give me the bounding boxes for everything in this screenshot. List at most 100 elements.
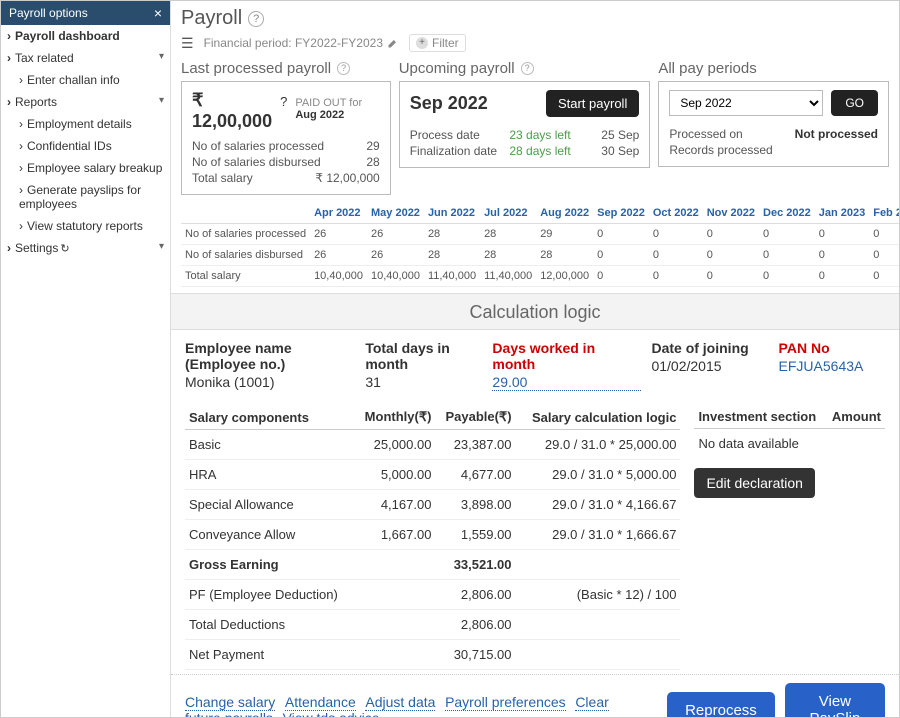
footer-link[interactable]: View tds advice xyxy=(283,710,380,717)
no-data-label: No data available xyxy=(694,429,885,459)
stat-row: No of salaries processed29 xyxy=(192,138,380,154)
footer-link[interactable]: Attendance xyxy=(285,694,356,711)
month-header[interactable]: Feb 2023 xyxy=(869,203,899,224)
app-root: Payroll options × Payroll dashboardTax r… xyxy=(0,0,900,718)
chevron-down-icon: ▾ xyxy=(159,51,164,62)
sidebar-item[interactable]: Tax related▾ xyxy=(1,47,170,69)
footer-link[interactable]: Adjust data xyxy=(365,694,435,711)
chevron-down-icon: ▾ xyxy=(159,241,164,252)
summary-cards: Last processed payroll ? ₹ 12,00,000 ? P… xyxy=(171,60,899,203)
stat-row: Total salary₹ 12,00,000 xyxy=(192,170,380,186)
all-periods-card: All pay periods Sep 2022 GO Processed on… xyxy=(658,60,889,195)
period-row: Records processed xyxy=(669,142,878,158)
month-header[interactable]: May 2022 xyxy=(367,203,424,224)
days-worked-link[interactable]: 29.00 xyxy=(492,372,641,391)
total-days-val: 31 xyxy=(365,372,482,390)
sidebar-item[interactable]: Settings↻▾ xyxy=(1,237,170,259)
doj-val: 01/02/2015 xyxy=(651,356,768,374)
sidebar-item[interactable]: Generate payslips for employees xyxy=(1,179,170,215)
view-payslip-button[interactable]: View PaySlip xyxy=(785,683,885,717)
days-worked-head: Days worked in month xyxy=(492,340,641,372)
salary-row: Special Allowance4,167.003,898.0029.0 / … xyxy=(185,490,680,520)
edit-icon[interactable] xyxy=(387,37,399,49)
footer-link[interactable]: Payroll preferences xyxy=(445,694,566,711)
emp-name-val: Monika (1001) xyxy=(185,372,355,390)
sidebar: Payroll options × Payroll dashboardTax r… xyxy=(1,1,171,717)
month-header[interactable]: Jan 2023 xyxy=(815,203,869,224)
salary-row: Basic25,000.0023,387.0029.0 / 31.0 * 25,… xyxy=(185,430,680,460)
last-title: Last processed payroll xyxy=(181,60,331,77)
footer-link[interactable]: Change salary xyxy=(185,694,275,711)
last-processed-card: Last processed payroll ? ₹ 12,00,000 ? P… xyxy=(181,60,391,195)
sidebar-header: Payroll options × xyxy=(1,1,170,25)
go-button[interactable]: GO xyxy=(831,90,878,116)
total-days-head: Total days in month xyxy=(365,340,482,372)
pan-val: EFJUA5643A xyxy=(779,356,885,374)
page-title: Payroll xyxy=(181,7,242,30)
amount-head: Amount xyxy=(825,405,885,429)
month-header[interactable]: Jun 2022 xyxy=(424,203,480,224)
close-icon[interactable]: × xyxy=(154,5,162,21)
start-payroll-button[interactable]: Start payroll xyxy=(546,90,639,117)
last-amount-row: ₹ 12,00,000 ? PAID OUT for Aug 2022 xyxy=(192,90,380,132)
reprocess-button[interactable]: Reprocess xyxy=(667,692,775,718)
financial-period[interactable]: Financial period: FY2022-FY2023 xyxy=(204,36,399,50)
salary-row: Gross Earning33,521.00 xyxy=(185,550,680,580)
doj-head: Date of joining xyxy=(651,340,768,356)
month-grid: Apr 2022May 2022Jun 2022Jul 2022Aug 2022… xyxy=(171,203,899,293)
sidebar-title: Payroll options xyxy=(9,6,88,20)
sidebar-item[interactable]: Employee salary breakup xyxy=(1,157,170,179)
upcoming-row: Process date23 days left25 Sep xyxy=(410,127,640,143)
salary-row: HRA5,000.004,677.0029.0 / 31.0 * 5,000.0… xyxy=(185,460,680,490)
help-icon[interactable]: ? xyxy=(521,62,534,75)
month-header[interactable]: Jul 2022 xyxy=(480,203,536,224)
salary-row: Net Payment30,715.00 xyxy=(185,640,680,670)
page-title-row: Payroll ? xyxy=(171,1,899,32)
card-title: Upcoming payroll ? xyxy=(399,60,651,77)
upcoming-card: Upcoming payroll ? Sep 2022 Start payrol… xyxy=(399,60,651,195)
sidebar-item[interactable]: View statutory reports xyxy=(1,215,170,237)
paid-out-label: PAID OUT for Aug 2022 xyxy=(295,97,379,121)
sidebar-item[interactable]: Reports▾ xyxy=(1,91,170,113)
plus-icon: + xyxy=(416,37,428,49)
help-icon[interactable]: ? xyxy=(280,94,287,109)
chevron-down-icon: ▾ xyxy=(159,95,164,106)
sidebar-item[interactable]: Confidential IDs xyxy=(1,135,170,157)
help-icon[interactable]: ? xyxy=(337,62,350,75)
sidebar-list: Payroll dashboardTax related▾Enter chall… xyxy=(1,25,170,259)
settings-sliders-icon[interactable]: ☰ xyxy=(181,35,194,52)
edit-declaration-button[interactable]: Edit declaration xyxy=(694,468,815,498)
card-title: All pay periods xyxy=(658,60,889,77)
period-select[interactable]: Sep 2022 xyxy=(669,90,823,116)
sidebar-item[interactable]: Payroll dashboard xyxy=(1,25,170,47)
month-header[interactable]: Oct 2022 xyxy=(649,203,703,224)
help-icon[interactable]: ? xyxy=(248,11,264,27)
card-title: Last processed payroll ? xyxy=(181,60,391,77)
salary-table: Salary componentsMonthly(₹)Payable(₹)Sal… xyxy=(185,405,680,670)
upcoming-month: Sep 2022 xyxy=(410,93,488,114)
allperiods-title: All pay periods xyxy=(658,60,756,77)
month-header[interactable]: Dec 2022 xyxy=(759,203,815,224)
upcoming-title: Upcoming payroll xyxy=(399,60,515,77)
calc-title: Calculation logic xyxy=(469,302,600,322)
month-header[interactable]: Sep 2022 xyxy=(593,203,649,224)
detail-row: Salary componentsMonthly(₹)Payable(₹)Sal… xyxy=(171,395,899,674)
month-header[interactable]: Aug 2022 xyxy=(536,203,593,224)
financial-period-label: Financial period: FY2022-FY2023 xyxy=(204,36,383,50)
salary-row: Conveyance Allow1,667.001,559.0029.0 / 3… xyxy=(185,520,680,550)
stat-row: No of salaries disbursed28 xyxy=(192,154,380,170)
calc-section: Calculation logic xyxy=(171,293,899,330)
filter-row: ☰ Financial period: FY2022-FY2023 + Filt… xyxy=(171,32,899,60)
filter-chip[interactable]: + Filter xyxy=(409,34,466,52)
month-header[interactable]: Nov 2022 xyxy=(703,203,759,224)
investment-head: Investment section xyxy=(694,405,825,429)
sidebar-item[interactable]: Enter challan info xyxy=(1,69,170,91)
reload-icon: ↻ xyxy=(60,243,69,255)
month-header[interactable]: Apr 2022 xyxy=(310,203,367,224)
sidebar-item[interactable]: Employment details xyxy=(1,113,170,135)
salary-row: Total Deductions2,806.00 xyxy=(185,610,680,640)
period-row: Processed onNot processed xyxy=(669,126,878,142)
filter-label: Filter xyxy=(432,36,459,50)
main-content: Payroll ? ☰ Financial period: FY2022-FY2… xyxy=(171,1,899,717)
footer: Change salary Attendance Adjust data Pay… xyxy=(171,674,899,717)
